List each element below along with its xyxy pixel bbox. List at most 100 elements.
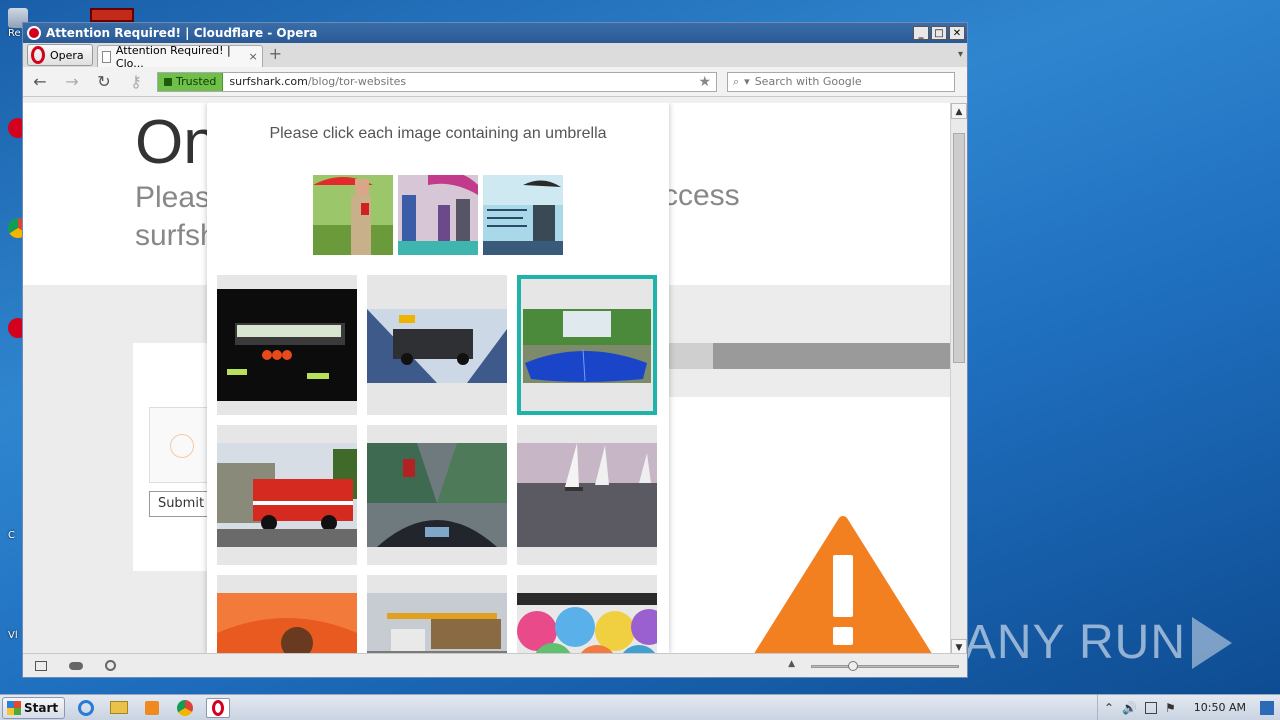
show-desktop-button[interactable]: [1260, 700, 1274, 715]
navigation-bar: ← → ↻ ⚷ Trusted surfshark.com/blog/tor-w…: [23, 67, 967, 97]
bookmark-star-icon[interactable]: ★: [698, 74, 711, 90]
tab-attention-required[interactable]: Attention Required! | Clo... ×: [96, 44, 263, 70]
tab-close-icon[interactable]: ×: [248, 50, 257, 63]
opera-icon: [212, 699, 225, 716]
desktop-highlighted-icon[interactable]: [90, 8, 134, 22]
taskbar-internet-explorer[interactable]: [74, 698, 98, 718]
internet-explorer-icon: [78, 699, 95, 716]
taskbar-media-player[interactable]: [140, 698, 164, 718]
window-controls: _ □ ✕: [913, 26, 965, 40]
zoom-slider-knob[interactable]: [848, 661, 858, 671]
forward-button[interactable]: →: [61, 72, 83, 91]
search-placeholder: Search with Google: [754, 75, 862, 88]
maximize-button[interactable]: □: [931, 26, 947, 40]
window-title: Attention Required! | Cloudflare - Opera: [46, 26, 318, 40]
minimize-button[interactable]: _: [913, 26, 929, 40]
zoom-menu-caret-icon[interactable]: ▲: [788, 659, 795, 669]
taskbar-chrome[interactable]: [173, 698, 197, 718]
challenge-image-tile-selected[interactable]: [517, 275, 657, 415]
reload-button[interactable]: ↻: [93, 72, 115, 91]
url-path: /blog/tor-websites: [307, 75, 407, 88]
desktop-icon-label: Re: [8, 28, 21, 39]
volume-icon[interactable]: 🔊: [1122, 701, 1137, 715]
challenge-prompt: Please click each image containing an um…: [269, 125, 607, 142]
warning-icon: [754, 516, 932, 655]
challenge-image-tile[interactable]: [517, 425, 657, 565]
trusted-badge[interactable]: Trusted: [158, 72, 224, 91]
anyrun-watermark: ANY RUN: [964, 615, 1232, 670]
page-icon: [101, 50, 111, 63]
sample-image-2: [398, 175, 478, 255]
key-icon[interactable]: ⚷: [125, 72, 147, 91]
background-subheading-line-1: Pleas: [135, 181, 211, 214]
tile-image: [517, 593, 657, 655]
tile-image: [523, 309, 651, 383]
background-subheading-right: ccess: [663, 179, 740, 212]
watermark-text: ANY RUN: [963, 616, 1186, 669]
taskbar: Start ⌃ 🔊 ⚑ 10:50 AM: [0, 694, 1280, 720]
lock-icon: [164, 77, 172, 86]
address-bar[interactable]: Trusted surfshark.com/blog/tor-websites …: [157, 71, 717, 92]
zoom-slider[interactable]: [811, 661, 959, 671]
search-field[interactable]: ⌕ ▾ Search with Google: [727, 71, 955, 92]
browser-window: Attention Required! | Cloudflare - Opera…: [22, 22, 968, 678]
desktop-icon-label: C: [8, 530, 15, 541]
challenge-image-tile[interactable]: [367, 425, 507, 565]
start-label: Start: [24, 700, 59, 715]
system-tray: ⌃ 🔊 ⚑ 10:50 AM: [1097, 694, 1280, 720]
search-engine-caret-icon[interactable]: ▾: [744, 75, 750, 88]
tile-image: [367, 443, 507, 547]
back-button[interactable]: ←: [29, 72, 51, 91]
sample-image-3: [483, 175, 563, 255]
desktop-icon-label: Vl: [8, 630, 18, 641]
clock[interactable]: 10:50 AM: [1194, 701, 1246, 714]
dark-strip: [713, 343, 951, 369]
start-button[interactable]: Start: [2, 696, 66, 719]
media-player-icon: [145, 700, 160, 715]
scroll-thumb[interactable]: [953, 133, 965, 363]
action-center-flag-icon[interactable]: ⚑: [1165, 701, 1176, 715]
taskbar-explorer[interactable]: [107, 698, 131, 718]
opera-menu-button[interactable]: Opera: [27, 44, 93, 66]
captcha-challenge-modal: Please click each image containing an um…: [207, 103, 669, 655]
background-subheading: Pleas surfsh: [135, 179, 217, 255]
tile-image: [367, 593, 507, 655]
background-subheading-line-2: surfsh: [135, 219, 217, 252]
close-button[interactable]: ✕: [949, 26, 965, 40]
tile-image: [217, 443, 357, 547]
panel-icon[interactable]: [35, 660, 47, 671]
opera-logo-icon: [31, 46, 45, 64]
tab-bar: Opera Attention Required! | Clo... × + ▾: [23, 43, 967, 70]
windows-logo-icon: [7, 700, 21, 715]
speed-dial-icon[interactable]: [105, 660, 116, 671]
spinner-icon: [170, 434, 194, 458]
sample-image-1: [313, 175, 393, 255]
opera-menu-label: Opera: [50, 48, 84, 62]
title-bar[interactable]: Attention Required! | Cloudflare - Opera…: [23, 23, 967, 43]
tile-image: [217, 593, 357, 655]
status-bar: ▲: [23, 653, 967, 677]
challenge-image-tile[interactable]: [517, 575, 657, 655]
tab-overflow-icon[interactable]: ▾: [958, 49, 963, 60]
trusted-label: Trusted: [176, 75, 217, 88]
tray-expand-icon[interactable]: ⌃: [1104, 701, 1114, 715]
vertical-scrollbar[interactable]: ▲ ▼: [950, 103, 967, 655]
challenge-image-tile[interactable]: [367, 275, 507, 415]
challenge-image-tile[interactable]: [217, 425, 357, 565]
url-text: surfshark.com/blog/tor-websites: [223, 75, 406, 88]
new-tab-button[interactable]: +: [269, 44, 282, 63]
challenge-image-tile[interactable]: [367, 575, 507, 655]
challenge-image-tile[interactable]: [217, 575, 357, 655]
cloud-icon[interactable]: [69, 661, 83, 670]
challenge-image-tile[interactable]: [217, 275, 357, 415]
submit-button[interactable]: Submit: [149, 491, 213, 517]
scroll-up-arrow-icon[interactable]: ▲: [951, 103, 967, 119]
background-heading: On: [135, 108, 218, 177]
play-icon: [1192, 616, 1232, 669]
url-host: surfshark.com: [229, 75, 308, 88]
taskbar-opera[interactable]: [206, 697, 231, 718]
page-viewport: On Pleas surfsh ccess Submit Please clic…: [23, 103, 951, 655]
chrome-icon: [177, 699, 194, 716]
network-icon[interactable]: [1145, 701, 1158, 714]
search-icon: ⌕: [733, 74, 740, 88]
